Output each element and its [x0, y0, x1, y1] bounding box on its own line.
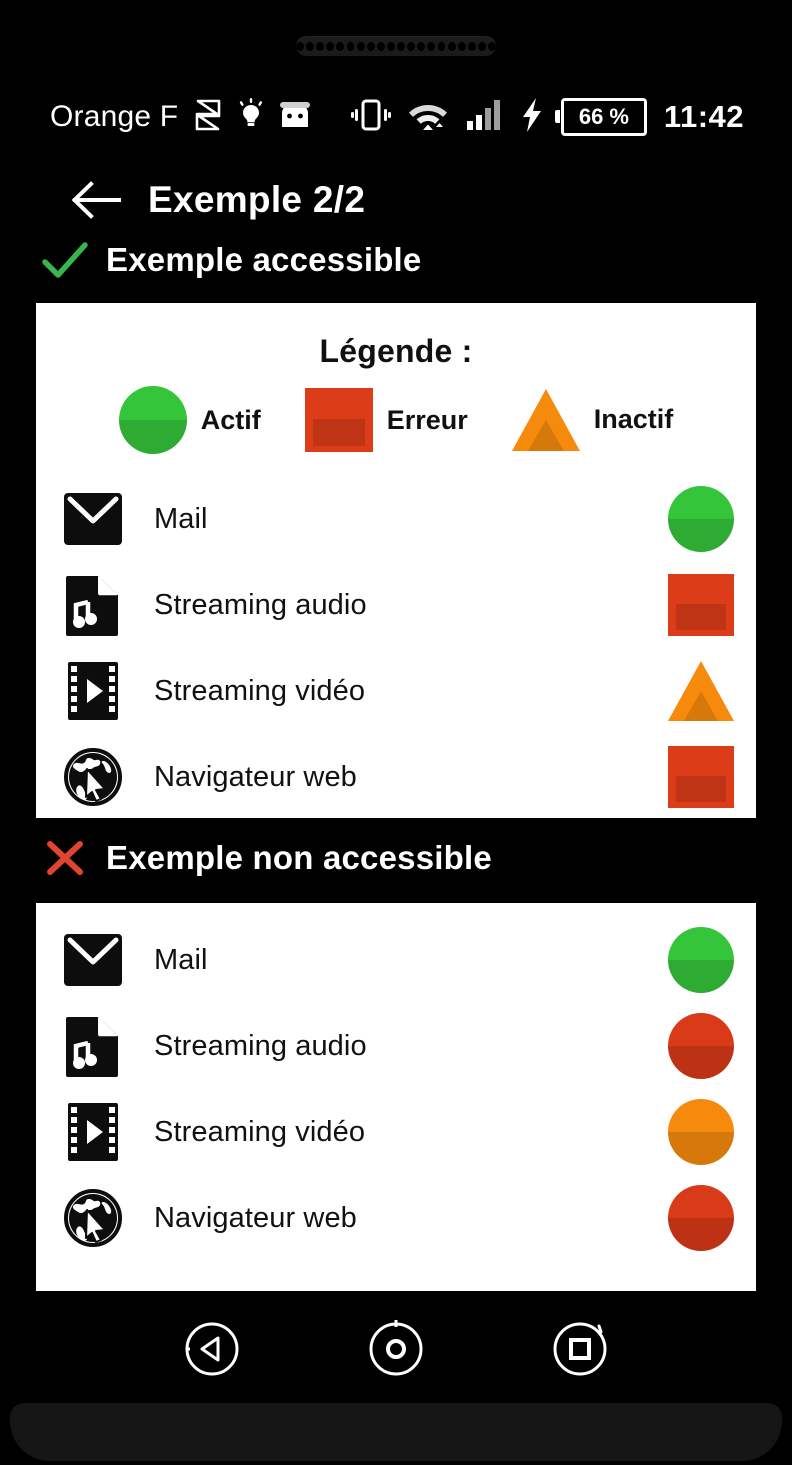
shape-shade: [668, 1218, 734, 1251]
list-item[interactable]: Mail: [36, 917, 756, 1003]
status-circle: [118, 386, 187, 454]
audio-file-icon: [50, 1015, 136, 1077]
cross-icon: [38, 838, 92, 878]
cellular-signal-icon: [465, 99, 503, 136]
shape-shade: [668, 519, 734, 552]
list-item[interactable]: Streaming vidéo: [36, 1089, 756, 1175]
shape-shade: [118, 420, 187, 454]
legend-item-inactif: Inactif: [511, 388, 674, 452]
legend-item-erreur: Erreur: [304, 387, 468, 453]
status-square: [304, 387, 373, 453]
legend-item-label: Actif: [200, 404, 261, 435]
nav-recents-icon[interactable]: [549, 1318, 611, 1380]
list-item-label: Streaming vidéo: [154, 1115, 366, 1148]
back-arrow-icon[interactable]: [68, 172, 124, 228]
mail-icon: [50, 491, 136, 547]
status-indicator: [646, 1099, 756, 1165]
shape-shade: [668, 1046, 734, 1079]
android-head-icon: [278, 101, 312, 134]
inaccessible-rows-list: Mail Streaming audio Streaming vidéo Naviga…: [36, 917, 756, 1261]
status-square: [668, 573, 734, 637]
list-item[interactable]: Mail: [36, 476, 756, 562]
bottom-bezel: [10, 1403, 782, 1461]
top-bezel: [0, 0, 792, 78]
list-item-label: Mail: [154, 943, 208, 976]
accessible-example-card: Légende : Actif Erreur Inactif Mail Streami…: [36, 303, 756, 818]
film-icon: [50, 1101, 136, 1163]
list-item-label: Streaming vidéo: [154, 674, 366, 707]
list-item-label: Streaming audio: [154, 588, 367, 621]
status-bar-left: Orange F: [0, 97, 312, 137]
status-indicator: [646, 573, 756, 637]
list-item-label: Mail: [154, 502, 208, 535]
mail-icon: [50, 932, 136, 988]
charging-bolt-icon: [520, 97, 544, 137]
android-navigation-bar: [0, 1293, 792, 1405]
shape-shade: [312, 418, 365, 446]
shape-shade: [675, 603, 727, 631]
status-circle: [668, 927, 734, 993]
film-icon: [50, 660, 136, 722]
nav-home-icon[interactable]: [365, 1318, 427, 1380]
section-heading-inaccessible: Exemple non accessible: [38, 838, 492, 878]
status-indicator: [646, 745, 756, 809]
list-item-label: Navigateur web: [154, 760, 357, 793]
page-title: Exemple 2/2: [148, 179, 366, 220]
phone-frame: Orange F 66 % 11:42 Exemple 2/2 Exemple …: [0, 0, 792, 1465]
list-item[interactable]: Streaming audio: [36, 1003, 756, 1089]
shape-shade: [675, 775, 727, 803]
list-item[interactable]: Streaming audio: [36, 562, 756, 648]
shape-shade: [668, 960, 734, 993]
section-title-accessible: Exemple accessible: [106, 241, 422, 278]
legend-title: Légende :: [319, 333, 473, 369]
lightbulb-icon: [238, 97, 264, 137]
status-indicator: [646, 1185, 756, 1251]
status-circle: [668, 1185, 734, 1251]
status-triangle: [511, 388, 580, 452]
vibrate-icon: [350, 98, 391, 137]
sfr-s-icon: [192, 98, 224, 137]
list-item[interactable]: Navigateur web: [36, 734, 756, 820]
section-title-inaccessible: Exemple non accessible: [106, 839, 492, 876]
list-item-label: Navigateur web: [154, 1201, 357, 1234]
battery-level-label: 66 %: [578, 104, 629, 129]
status-circle: [668, 1013, 734, 1079]
legend-item-label: Erreur: [386, 404, 468, 435]
shape-shade: [668, 1132, 734, 1165]
accessible-rows-list: Mail Streaming audio Streaming vidéo Naviga…: [36, 476, 756, 820]
globe-icon: [50, 1188, 136, 1248]
status-indicator: [646, 660, 756, 722]
status-indicator: [646, 927, 756, 993]
clock-label: 11:42: [663, 99, 744, 134]
check-icon: [38, 240, 92, 280]
status-triangle: [668, 660, 734, 722]
legend-item-actif: Actif: [118, 386, 261, 454]
status-circle: [668, 1099, 734, 1165]
status-indicator: [646, 486, 756, 552]
status-bar: Orange F 66 % 11:42: [0, 86, 792, 148]
status-circle: [668, 486, 734, 552]
carrier-label: Orange F: [50, 100, 179, 133]
list-item[interactable]: Navigateur web: [36, 1175, 756, 1261]
section-heading-accessible: Exemple accessible: [38, 240, 421, 280]
list-item-label: Streaming audio: [154, 1029, 367, 1062]
status-indicator: [646, 1013, 756, 1079]
earpiece-speaker: [296, 36, 496, 56]
audio-file-icon: [50, 574, 136, 636]
legend-item-label: Inactif: [593, 404, 674, 435]
nav-back-icon[interactable]: [181, 1318, 243, 1380]
status-square: [668, 745, 734, 809]
list-item[interactable]: Streaming vidéo: [36, 648, 756, 734]
globe-icon: [50, 747, 136, 807]
app-bar: Exemple 2/2: [0, 160, 792, 240]
status-bar-right: 66 % 11:42: [350, 97, 792, 137]
inaccessible-example-card: Mail Streaming audio Streaming vidéo Naviga…: [36, 903, 756, 1291]
legend-row: Actif Erreur Inactif: [36, 386, 756, 454]
wifi-icon: [408, 99, 448, 136]
battery-indicator: 66 %: [554, 98, 647, 136]
